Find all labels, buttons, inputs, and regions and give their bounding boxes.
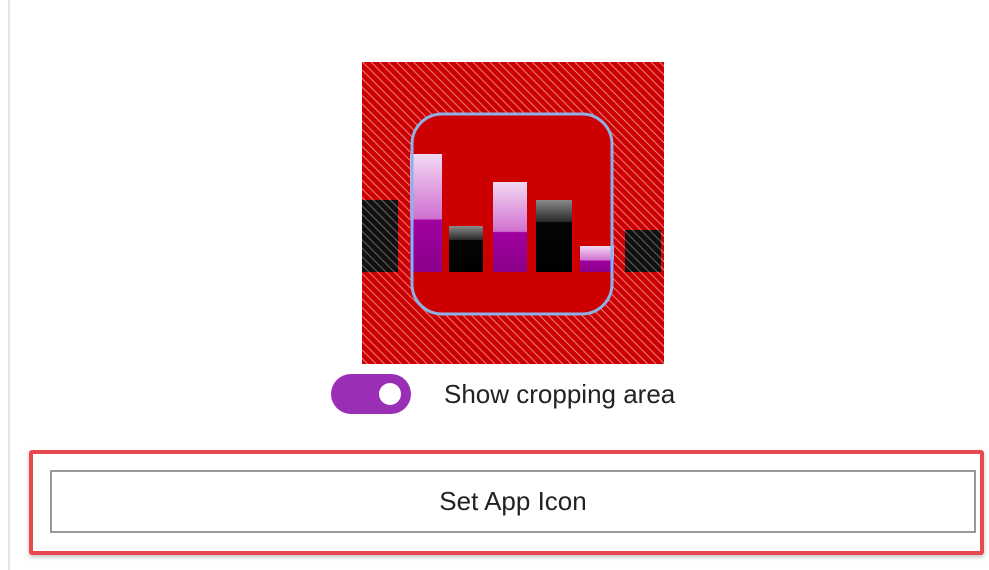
- icon-preview: [362, 62, 664, 364]
- bar-1: [410, 154, 442, 272]
- bar-2: [449, 226, 483, 272]
- show-cropping-row: Show cropping area: [331, 374, 675, 414]
- show-cropping-toggle[interactable]: [331, 374, 411, 414]
- bar-outside-right: [625, 230, 661, 272]
- show-cropping-label: Show cropping area: [444, 378, 676, 409]
- app-icon-editor: Show cropping area Set App Icon: [0, 0, 989, 570]
- bar-5: [580, 246, 614, 272]
- toggle-knob: [379, 383, 401, 405]
- bar-chart-icon: [362, 62, 664, 364]
- set-app-icon-button[interactable]: Set App Icon: [50, 470, 976, 533]
- bar-outside-left: [362, 200, 398, 272]
- bar-3: [493, 182, 527, 272]
- bar-4: [536, 200, 572, 272]
- divider: [8, 0, 10, 570]
